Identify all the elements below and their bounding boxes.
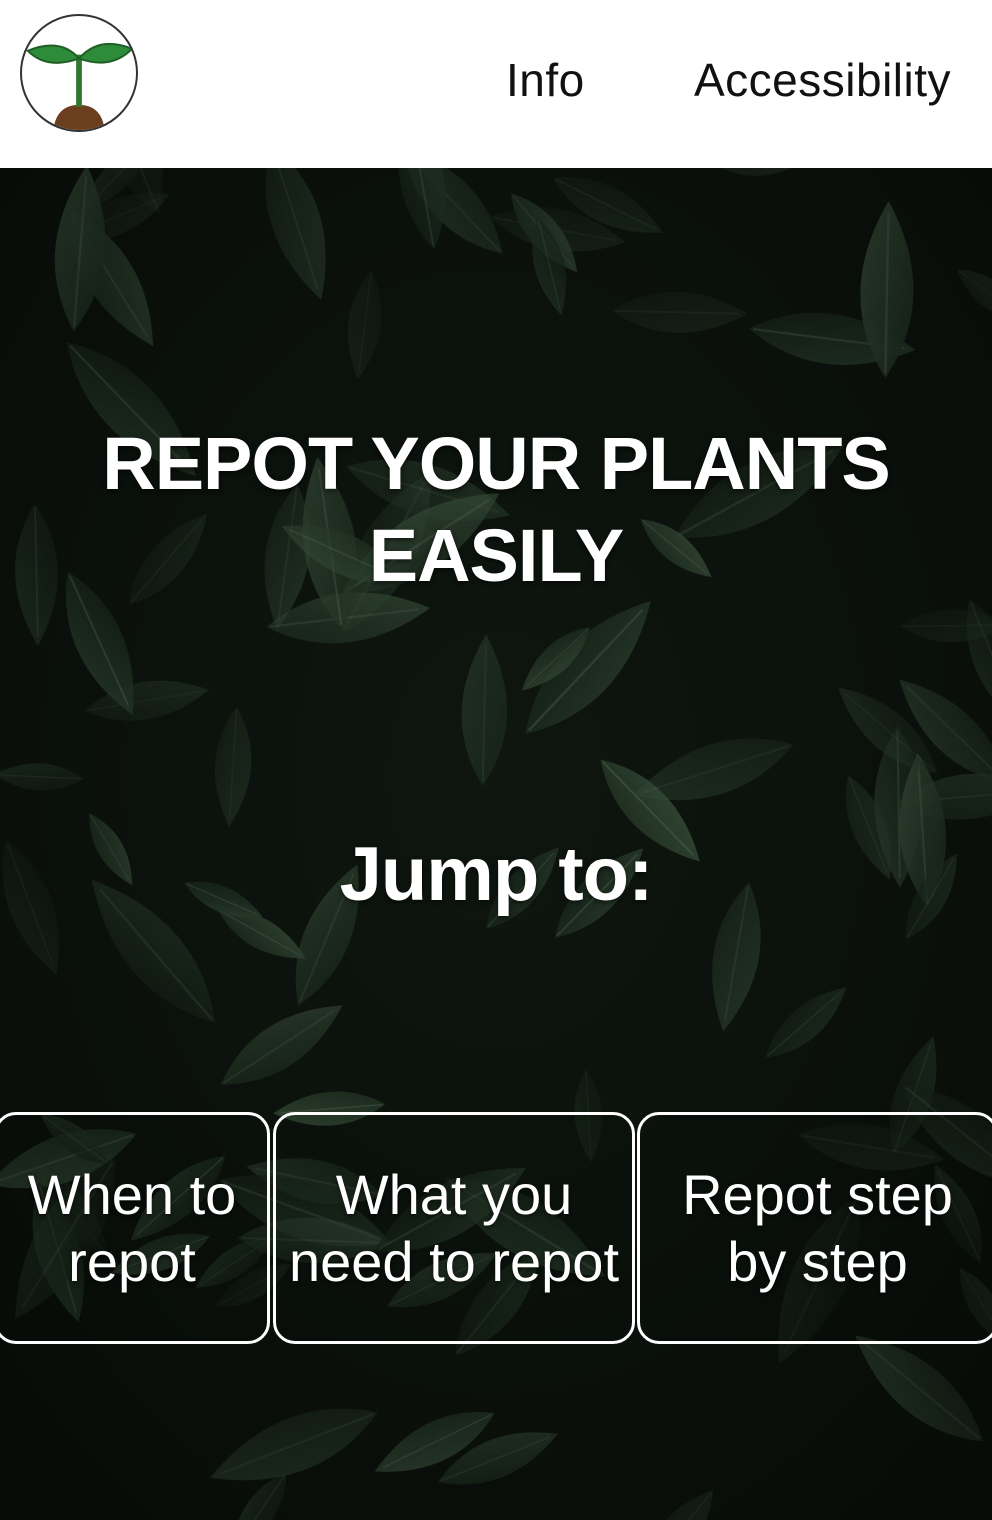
- jump-when-to-repot-button[interactable]: When to repot: [0, 1112, 270, 1344]
- jump-what-you-need-label: What you need to repot: [288, 1163, 620, 1293]
- jump-step-by-step-label: Repot step by step: [682, 1163, 953, 1293]
- jump-step-by-step-button[interactable]: Repot step by step: [637, 1112, 992, 1344]
- page-title: REPOT YOUR PLANTS EASILY: [102, 422, 891, 597]
- logo[interactable]: [20, 14, 138, 132]
- nav-info-link[interactable]: Info: [506, 52, 585, 108]
- hero-section: REPOT YOUR PLANTS EASILY Jump to: When t…: [0, 168, 992, 1520]
- jump-when-to-repot-label: When to repot: [27, 1163, 237, 1293]
- jump-to-heading: Jump to:: [339, 832, 654, 917]
- seedling-icon: [26, 42, 134, 130]
- nav-accessibility-link[interactable]: Accessibility: [694, 52, 951, 108]
- site-header: Info Accessibility: [0, 0, 992, 168]
- jump-what-you-need-button[interactable]: What you need to repot: [273, 1112, 635, 1344]
